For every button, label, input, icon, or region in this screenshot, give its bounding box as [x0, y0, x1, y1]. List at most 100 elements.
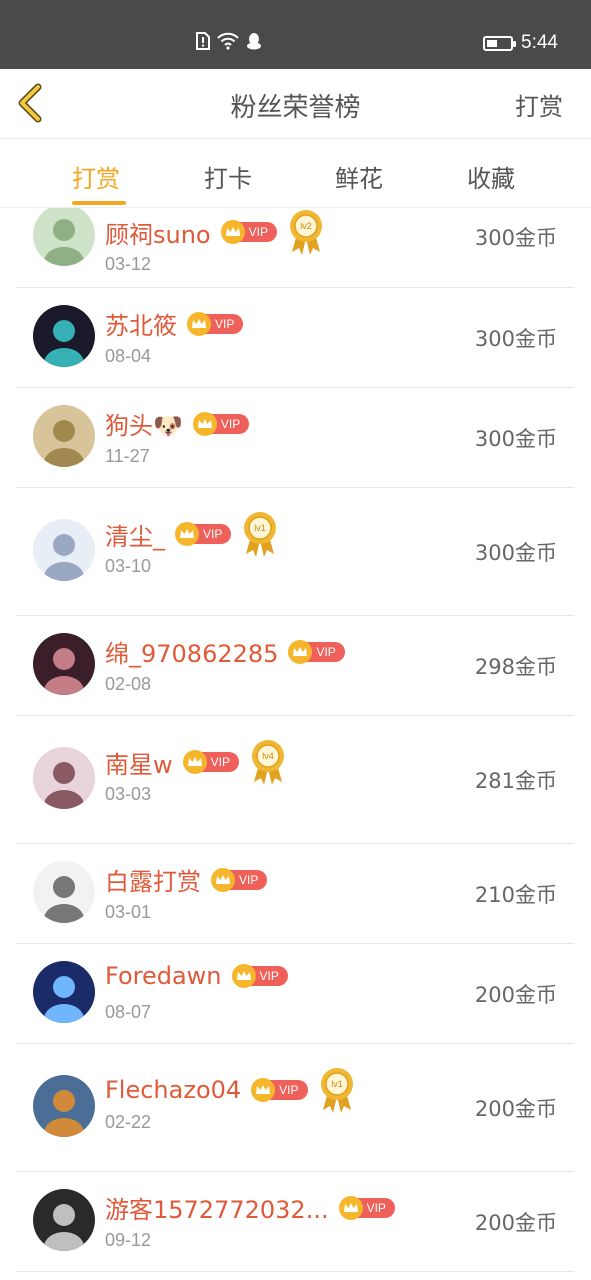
user-name[interactable]: Flechazo04	[105, 1076, 241, 1104]
vip-badge: VIP	[175, 522, 232, 546]
name-line: 绵_970862285 VIP	[105, 634, 345, 669]
avatar[interactable]	[33, 405, 95, 467]
avatar[interactable]	[33, 208, 95, 266]
crown-badge	[211, 867, 235, 892]
crown-icon	[256, 1085, 271, 1094]
crown-badge	[182, 750, 207, 774]
crown-icon	[187, 757, 202, 766]
reward-date: 08-04	[105, 346, 152, 366]
fan-row[interactable]: 白露打赏 VIP 03-01 210金币	[17, 844, 574, 944]
active-tab-indicator	[72, 201, 126, 205]
name-line: 狗头🐶 VIP	[105, 406, 250, 441]
fan-row[interactable]: Flechazo04 VIP lv1 02-22 200金币	[17, 1044, 574, 1172]
reward-date: 03-12	[105, 254, 152, 274]
crown-badge	[251, 1078, 276, 1102]
crown-icon	[197, 418, 212, 428]
vip-badge: VIP	[182, 750, 239, 774]
avatar[interactable]	[33, 861, 95, 923]
name-line: 顾祠suno VIP lv2	[105, 208, 325, 256]
qq-icon	[247, 33, 261, 50]
clock: 5:44	[521, 32, 558, 53]
vip-badge: VIP	[192, 411, 250, 436]
vip-badge: VIP	[187, 311, 244, 336]
tab-favorites[interactable]: 收藏	[467, 159, 515, 194]
crown-icon	[293, 646, 308, 656]
svg-text:lv4: lv4	[262, 751, 274, 761]
tab-reward[interactable]: 打赏	[72, 159, 120, 194]
reward-date: 02-08	[105, 674, 152, 694]
status-icons	[196, 32, 262, 50]
reward-amount: 200金币	[474, 983, 557, 1007]
crown-badge	[192, 411, 217, 436]
fan-row[interactable]: 苏北筱 VIP 08-04 300金币	[17, 288, 574, 388]
tab-bar: 打赏 打卡 鲜花 收藏	[0, 139, 591, 208]
crown-icon	[180, 529, 194, 538]
crown-badge	[175, 522, 199, 546]
avatar[interactable]	[33, 1189, 95, 1251]
crown-badge	[288, 639, 313, 664]
fan-row[interactable]: Foredawn VIP 08-07 200金币	[17, 944, 574, 1044]
fan-row[interactable]: 狗头🐶 VIP 11-27 300金币	[17, 388, 574, 488]
crown-icon	[225, 227, 240, 236]
level-medal-icon: lv2	[289, 210, 322, 255]
fan-row[interactable]: 清尘_ VIP lv1 03-10 300金币	[17, 488, 574, 616]
vip-badge: VIP	[220, 220, 277, 244]
wifi-icon	[217, 32, 239, 50]
reward-amount: 210金币	[474, 883, 557, 907]
name-line: 苏北筱 VIP	[105, 306, 244, 341]
reward-amount: 200金币	[474, 1211, 557, 1235]
sim-alert-icon	[196, 32, 210, 50]
user-name[interactable]: 南星w	[105, 745, 173, 780]
reward-date: 03-03	[105, 784, 152, 804]
tab-flowers[interactable]: 鲜花	[335, 159, 383, 194]
svg-text:lv1: lv1	[255, 523, 267, 533]
reward-date: 02-22	[105, 1112, 152, 1132]
crown-badge	[338, 1195, 363, 1220]
crown-badge	[220, 220, 245, 244]
reward-amount: 300金币	[474, 226, 557, 250]
reward-amount: 300金币	[474, 541, 557, 565]
avatar[interactable]	[33, 519, 95, 581]
user-name[interactable]: 顾祠suno	[105, 215, 211, 250]
avatar[interactable]	[33, 747, 95, 809]
name-line: 游客1572772032... VIP	[105, 1190, 395, 1225]
user-name[interactable]: Foredawn	[105, 962, 222, 990]
name-line: Foredawn VIP	[105, 962, 288, 990]
fan-row[interactable]: 游客1572772032... VIP 09-12 200金币	[17, 1172, 574, 1272]
user-name[interactable]: 狗头🐶	[105, 406, 183, 441]
reward-amount: 300金币	[474, 427, 557, 451]
avatar[interactable]	[33, 305, 95, 367]
reward-date: 03-01	[105, 902, 152, 922]
name-line: 南星w VIP lv4	[105, 738, 287, 786]
fan-row[interactable]: 南星w VIP lv4 03-03 281金币	[17, 716, 574, 844]
status-bar: 5:44	[0, 0, 591, 69]
avatar[interactable]	[33, 1075, 95, 1137]
user-name[interactable]: 白露打赏	[105, 862, 201, 897]
crown-badge	[187, 311, 211, 336]
reward-button[interactable]: 打赏	[515, 87, 563, 122]
fan-row[interactable]: 顾祠suno VIP lv2 03-12 300金币	[17, 208, 574, 288]
name-line: Flechazo04 VIP lv1	[105, 1066, 356, 1114]
reward-date: 09-12	[105, 1230, 152, 1250]
crown-icon	[236, 971, 251, 980]
svg-text:lv2: lv2	[300, 221, 312, 231]
reward-amount: 300金币	[474, 327, 557, 351]
reward-date: 03-10	[105, 556, 152, 576]
vip-badge: VIP	[231, 964, 288, 988]
avatar[interactable]	[33, 633, 95, 695]
fan-row[interactable]: 绵_970862285 VIP 02-08 298金币	[17, 616, 574, 716]
user-name[interactable]: 绵_970862285	[105, 634, 278, 669]
tab-checkin[interactable]: 打卡	[204, 159, 252, 194]
reward-date: 11-27	[105, 446, 150, 466]
vip-badge: VIP	[211, 867, 268, 892]
avatar[interactable]	[33, 961, 95, 1023]
user-name[interactable]: 游客1572772032...	[105, 1190, 329, 1225]
user-name[interactable]: 苏北筱	[105, 306, 177, 341]
user-name[interactable]: 清尘_	[105, 517, 165, 552]
reward-amount: 281金币	[474, 769, 557, 793]
top-nav: 粉丝荣誉榜 打赏	[0, 69, 591, 139]
svg-text:lv1: lv1	[331, 1079, 343, 1089]
name-line: 白露打赏 VIP	[105, 862, 268, 897]
vip-badge: VIP	[288, 639, 345, 664]
status-right: 5:44	[483, 32, 558, 54]
